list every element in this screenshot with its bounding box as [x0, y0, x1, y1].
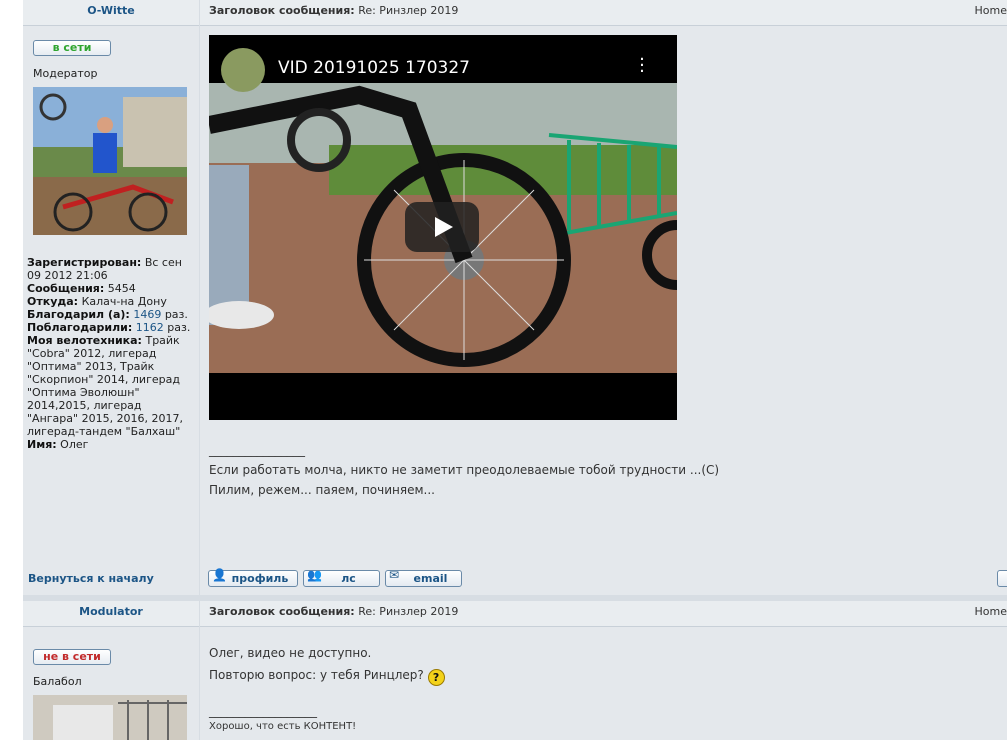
- profile-button-label: профиль: [231, 572, 289, 585]
- channel-avatar[interactable]: [221, 48, 265, 92]
- thanked-unit: раз.: [164, 308, 188, 321]
- subject-label: Заголовок сообщения:: [209, 4, 355, 17]
- signature-line-1: Хорошо, что есть КОНТЕНТ!: [209, 721, 357, 732]
- question-smiley-icon: ?: [427, 669, 445, 686]
- author-profile-details: Зарегистрирован: Вс сен 09 2012 21:06 Со…: [27, 256, 193, 451]
- post: O-Witte в сети Модератор Зарегистрирован…: [23, 0, 1007, 595]
- home-link[interactable]: Home: [975, 0, 1007, 22]
- email-button[interactable]: ✉ email: [385, 568, 462, 587]
- thanked-label: Благодарил (а):: [27, 308, 130, 321]
- post-content-panel: Заголовок сообщения: Re: Ринзлер 2019 Ho…: [200, 0, 1007, 595]
- from-label: Откуда:: [27, 295, 79, 308]
- online-status-badge: в сети: [33, 40, 111, 56]
- signature-line-2: Пилим, режем... паяем, починяем...: [209, 483, 435, 497]
- post-message: Олег, видео не доступно. Повторю вопрос:…: [209, 642, 445, 686]
- post-content-panel: Заголовок сообщения: Re: Ринзлер 2019 Ho…: [200, 601, 1007, 740]
- back-to-top-link[interactable]: Вернуться к началу: [28, 572, 154, 585]
- user-rank: Балабол: [33, 675, 82, 688]
- email-button-label: email: [413, 572, 448, 585]
- more-options-icon[interactable]: · · ·: [637, 51, 647, 81]
- private-message-button-label: лс: [341, 572, 356, 585]
- thanked-by-link[interactable]: 1162: [136, 321, 164, 334]
- post-author-name[interactable]: Modulator: [23, 601, 199, 627]
- home-link[interactable]: Home: [975, 601, 1007, 623]
- post-subject: Re: Ринзлер 2019: [358, 605, 459, 618]
- thanked-by-label: Поблагодарили:: [27, 321, 133, 334]
- post-subject: Re: Ринзлер 2019: [358, 4, 459, 17]
- video-title[interactable]: VID 20191025 170327: [278, 58, 470, 78]
- play-icon[interactable]: [405, 202, 479, 252]
- envelope-icon: ✉: [389, 568, 400, 582]
- post-subject-bar: Заголовок сообщения: Re: Ринзлер 2019 Ho…: [200, 0, 1007, 26]
- signature: __________________ Хорошо, что есть КОНТ…: [209, 704, 356, 734]
- registered-label: Зарегистрирован:: [27, 256, 142, 269]
- bikes-value: Трайк "Cobra" 2012, лигерад "Оптима" 201…: [27, 334, 184, 438]
- message-line-2: Повторю вопрос: у тебя Ринцлер? ?: [209, 664, 445, 686]
- thanked-by-unit: раз.: [167, 321, 191, 334]
- signature: ________________ Если работать молча, ни…: [209, 440, 719, 500]
- posts-value: 5454: [107, 282, 136, 295]
- private-message-button[interactable]: 👥 лс: [303, 568, 380, 587]
- signature-separator: ________________: [209, 443, 305, 457]
- user-rank: Модератор: [33, 67, 98, 80]
- signature-line-1: Если работать молча, никто не заметит пр…: [209, 463, 720, 477]
- post-subject-bar: Заголовок сообщения: Re: Ринзлер 2019 Ho…: [200, 601, 1007, 627]
- post-author-panel: O-Witte в сети Модератор Зарегистрирован…: [23, 0, 199, 595]
- avatar: [33, 87, 187, 235]
- quote-button[interactable]: [997, 570, 1007, 587]
- user-icon: 👤: [212, 568, 227, 582]
- subject-label: Заголовок сообщения:: [209, 605, 355, 618]
- forum-frame: O-Witte в сети Модератор Зарегистрирован…: [23, 0, 1007, 740]
- from-value: Калач-на Дону: [81, 295, 167, 308]
- bikes-label: Моя велотехника:: [27, 334, 142, 347]
- message-line-2-text: Повторю вопрос: у тебя Ринцлер?: [209, 668, 424, 682]
- post-author-panel: Modulator не в сети Балабол: [23, 601, 199, 740]
- message-line-1: Олег, видео не доступно.: [209, 646, 372, 660]
- signature-separator: __________________: [209, 704, 317, 718]
- users-icon: 👥: [307, 568, 322, 582]
- post-author-name[interactable]: O-Witte: [23, 0, 199, 26]
- post: Modulator не в сети Балабол Заголовок со…: [23, 601, 1007, 740]
- embedded-video-player[interactable]: VID 20191025 170327 · · ·: [209, 35, 677, 420]
- avatar: [33, 695, 187, 740]
- name-value: Олег: [60, 438, 89, 451]
- posts-label: Сообщения:: [27, 282, 105, 295]
- offline-status-badge: не в сети: [33, 649, 111, 665]
- name-label: Имя:: [27, 438, 57, 451]
- profile-button[interactable]: 👤 профиль: [208, 568, 298, 587]
- thanked-link[interactable]: 1469: [133, 308, 161, 321]
